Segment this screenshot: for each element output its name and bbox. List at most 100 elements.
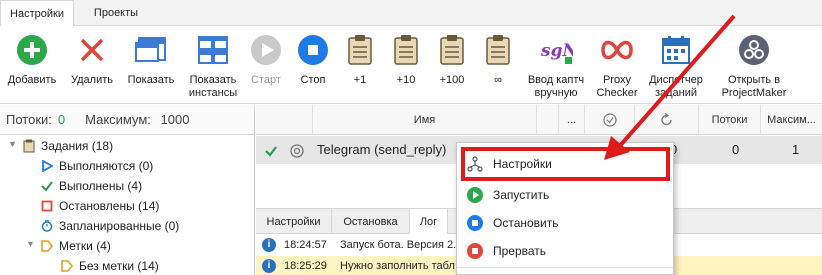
- column-header-check[interactable]: [584, 105, 634, 135]
- tree-item-running[interactable]: Выполняются (0): [40, 156, 153, 176]
- calendar-icon: [656, 30, 696, 70]
- tag-icon: [60, 259, 74, 273]
- column-header-repeat[interactable]: [634, 105, 698, 135]
- tab-stop[interactable]: Остановка: [332, 209, 410, 235]
- tree-item-label: Выполнены (4): [59, 179, 143, 193]
- column-header-misc[interactable]: [536, 105, 558, 135]
- tree-item-label: Задания (18): [41, 139, 114, 153]
- show-instances-button[interactable]: Показать инстансы: [184, 30, 242, 100]
- grid-windows-icon: [193, 30, 233, 70]
- tree-item-no-tag[interactable]: Без метки (14): [60, 256, 159, 275]
- plus100-button[interactable]: +100: [432, 30, 472, 87]
- play-icon: [467, 187, 483, 203]
- stop-button[interactable]: Стоп: [292, 30, 334, 87]
- show-instances-button-label: Показать инстансы: [188, 74, 238, 99]
- tab-projects[interactable]: Проекты: [78, 0, 154, 26]
- tab-log[interactable]: Лог: [410, 209, 448, 235]
- add-button-label: Добавить: [7, 74, 57, 86]
- abort-icon: [467, 243, 483, 259]
- delete-button[interactable]: Удалить: [66, 30, 118, 87]
- show-button-label: Показать: [127, 74, 175, 86]
- row-max: 1: [792, 142, 800, 157]
- tree-item-tags[interactable]: Метки (4): [40, 236, 111, 256]
- close-icon: [72, 30, 112, 70]
- proxy-checker-button[interactable]: Proxy Checker: [594, 30, 640, 100]
- clipboard-icon: [340, 30, 380, 70]
- window-icon: [131, 30, 171, 70]
- tab-settings[interactable]: Настройки: [0, 0, 74, 27]
- column-header-dots[interactable]: ...: [558, 105, 584, 135]
- check-icon: [40, 179, 54, 193]
- plus1-button-label: +1: [353, 74, 367, 86]
- check-icon: [264, 136, 278, 164]
- menu-divider: [457, 267, 673, 268]
- projectmaker-icon: [734, 30, 774, 70]
- captcha-button-label: Ввод каптч вручную: [527, 74, 585, 99]
- plus10-button-label: +10: [396, 74, 416, 86]
- threads-label: Потоки:: [6, 112, 52, 127]
- log-time: 18:24:57: [284, 239, 327, 251]
- grid-header: Имя ... Потоки Максим...: [256, 105, 822, 135]
- menu-item-label: Прервать: [493, 244, 547, 258]
- refresh-icon: [660, 113, 674, 126]
- clipboard-icon: [386, 30, 426, 70]
- threads-value: 0: [57, 112, 66, 127]
- menu-item-label: Запустить: [493, 188, 550, 202]
- tree-item-label: Метки (4): [59, 239, 111, 253]
- log-text: Запуск бота. Версия 2.: [340, 239, 457, 251]
- proxy-checker-button-label: Proxy Checker: [596, 74, 638, 99]
- info-icon: i: [262, 238, 276, 252]
- max-value: 1000: [160, 112, 190, 127]
- tree-item-label: Без метки (14): [79, 259, 159, 273]
- tree-item-label: Выполняются (0): [59, 159, 154, 173]
- tree-item-stopped[interactable]: Остановлены (14): [40, 196, 159, 216]
- column-header-status[interactable]: [256, 105, 312, 135]
- start-button-label: Старт: [251, 74, 281, 86]
- plus100-button-label: +100: [439, 74, 465, 86]
- chevron-down-icon[interactable]: ▼: [26, 239, 35, 249]
- check-circle-icon: [602, 113, 617, 127]
- log-text: Нужно заполнить табл: [340, 260, 455, 272]
- open-projectmaker-button-label: Открыть в ProjectMaker: [721, 74, 787, 99]
- open-projectmaker-button[interactable]: Открыть в ProjectMaker: [714, 30, 794, 100]
- show-button[interactable]: Показать: [124, 30, 178, 87]
- row-name: Telegram (send_reply): [317, 142, 447, 157]
- plus-icon: [12, 30, 52, 70]
- chrome-icon: [290, 136, 304, 164]
- column-header-max[interactable]: Максим...: [760, 105, 822, 135]
- menu-item-stop[interactable]: Остановить: [457, 209, 673, 237]
- tab-settings-bottom[interactable]: Настройки: [256, 209, 332, 235]
- plus1-button[interactable]: +1: [340, 30, 380, 87]
- menu-item-label: Остановить: [493, 216, 559, 230]
- column-header-name[interactable]: Имя: [312, 105, 536, 135]
- menu-item-run[interactable]: Запустить: [457, 181, 673, 209]
- delete-button-label: Удалить: [71, 74, 113, 86]
- tree-item-scheduled[interactable]: Запланированные (0): [40, 216, 179, 236]
- play-icon: [40, 159, 54, 173]
- clipboard-icon: [432, 30, 472, 70]
- left-panel: Потоки: 0 Максимум: 1000 ▼ Задания (18) Вы…: [0, 105, 255, 275]
- infinity-button[interactable]: ∞: [478, 30, 518, 87]
- captcha-icon: sgN: [536, 30, 576, 70]
- row-threads: 0: [732, 142, 740, 157]
- tree-item-label: Запланированные (0): [59, 219, 180, 233]
- play-icon: [246, 30, 286, 70]
- menu-item-abort[interactable]: Прервать: [457, 237, 673, 265]
- tree-item-label: Остановлены (14): [59, 199, 160, 213]
- log-time: 18:25:29: [284, 260, 327, 272]
- add-button[interactable]: Добавить: [4, 30, 60, 87]
- scheduler-button[interactable]: Диспетчер заданий: [646, 30, 706, 100]
- chevron-down-icon[interactable]: ▼: [8, 139, 17, 149]
- tree-item-completed[interactable]: Выполнены (4): [40, 176, 142, 196]
- info-icon: i: [262, 259, 276, 273]
- clock-icon: [40, 219, 54, 233]
- start-button[interactable]: Старт: [246, 30, 286, 87]
- top-tabbar: Настройки Проекты: [0, 0, 822, 27]
- infinity-loop-icon: [597, 30, 637, 70]
- column-header-threads[interactable]: Потоки: [698, 105, 760, 135]
- stop-icon: [467, 215, 483, 231]
- threads-bar: Потоки: 0 Максимум: 1000: [0, 105, 254, 135]
- tree-item-tasks[interactable]: Задания (18): [22, 136, 113, 156]
- captcha-button[interactable]: sgN Ввод каптч вручную: [524, 30, 588, 100]
- plus10-button[interactable]: +10: [386, 30, 426, 87]
